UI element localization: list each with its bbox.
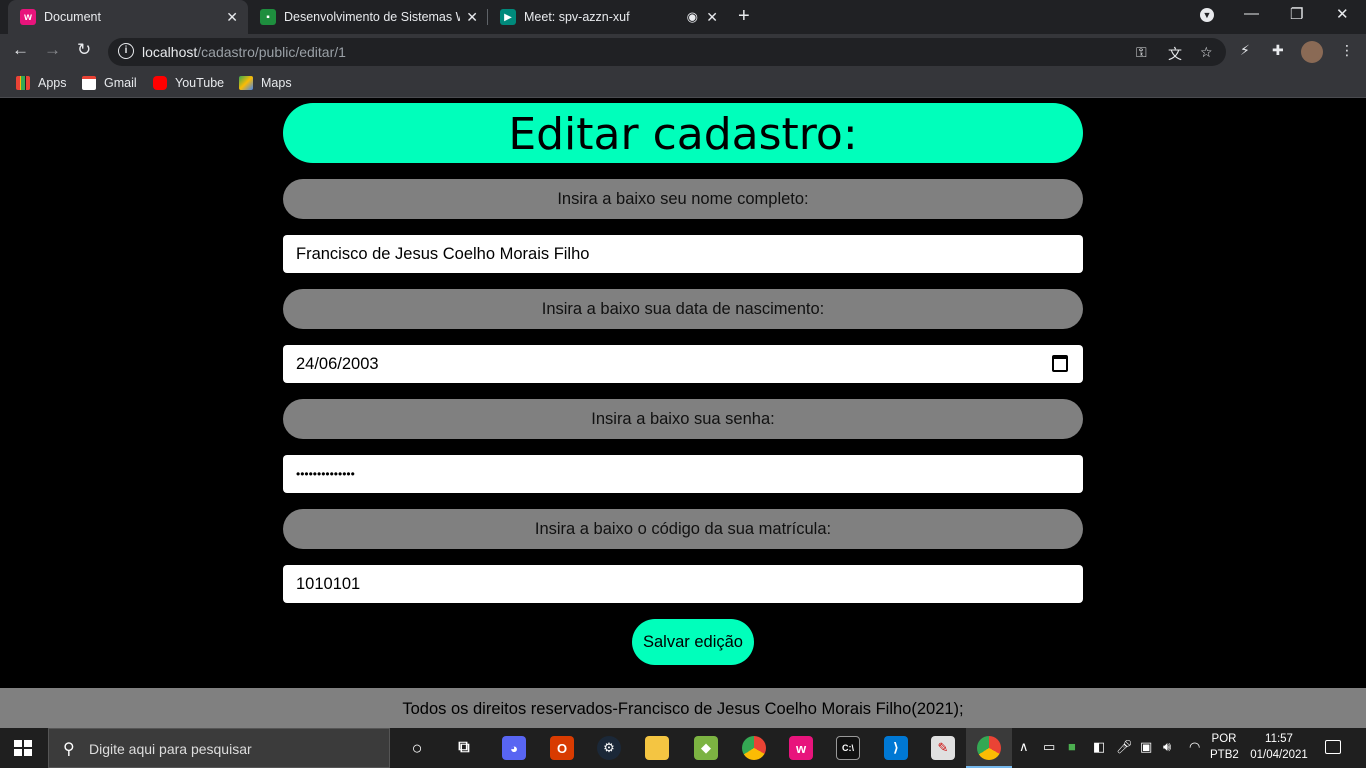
- chrome-icon[interactable]: [742, 736, 766, 760]
- calendar-icon[interactable]: [1052, 355, 1068, 372]
- name-label: Insira a baixo seu nome completo:: [283, 179, 1083, 219]
- tab-label: Meet: spv-azzn-xuf: [524, 10, 630, 24]
- restore-icon[interactable]: ❐: [1290, 5, 1303, 23]
- microphone-icon[interactable]: 🎤︎: [1116, 739, 1133, 755]
- star-icon[interactable]: ☆: [1200, 44, 1213, 61]
- name-input[interactable]: Francisco de Jesus Coelho Morais Filho: [283, 235, 1083, 273]
- meet-icon: ▶: [500, 9, 516, 25]
- vscode-icon[interactable]: ⟩: [884, 736, 908, 760]
- file-explorer-icon[interactable]: [645, 736, 669, 760]
- language-bottom[interactable]: PTB2: [1210, 749, 1239, 761]
- windows-taskbar: ⚲ Digite aqui para pesquisar ○ ⧉ ◕ O ⚙ ◆…: [0, 728, 1366, 768]
- tab-search-icon[interactable]: ▼: [1200, 8, 1214, 22]
- birthdate-input[interactable]: 24/06/2003: [283, 345, 1083, 383]
- close-icon[interactable]: ✕: [466, 9, 478, 26]
- footer: Todos os direitos reservados-Francisco d…: [0, 688, 1366, 728]
- window-close-icon[interactable]: ✕: [1336, 5, 1349, 23]
- clock-time[interactable]: 11:57: [1246, 733, 1312, 745]
- terminal-icon[interactable]: C:\: [836, 736, 860, 760]
- discord-icon[interactable]: ◕: [502, 736, 526, 760]
- notification-icon[interactable]: [1325, 740, 1341, 754]
- windows-start-icon[interactable]: [14, 740, 32, 756]
- tab-document[interactable]: w Document ✕: [8, 0, 248, 34]
- page-content: Editar cadastro: Insira a baixo seu nome…: [0, 98, 1366, 728]
- bluestacks-icon[interactable]: ◆: [694, 736, 718, 760]
- forward-icon[interactable]: →: [44, 40, 61, 60]
- steam-icon[interactable]: ⚙: [597, 736, 621, 760]
- close-icon[interactable]: ✕: [706, 9, 718, 26]
- wamp-icon[interactable]: w: [789, 736, 813, 760]
- office-icon[interactable]: O: [550, 736, 574, 760]
- back-icon[interactable]: ←: [12, 40, 29, 60]
- avatar[interactable]: [1301, 41, 1323, 63]
- bookmark-label: Maps: [261, 76, 292, 90]
- bookmark-maps[interactable]: Maps: [239, 76, 292, 90]
- page-title: Editar cadastro:: [283, 103, 1083, 163]
- password-input[interactable]: ••••••••••••••: [283, 455, 1083, 493]
- search-icon: ⚲: [63, 741, 75, 758]
- bookmark-label: Apps: [38, 76, 67, 90]
- display-icon[interactable]: ▣: [1140, 739, 1152, 755]
- puzzle-icon[interactable]: ✚: [1272, 42, 1284, 59]
- bookmark-gmail[interactable]: Gmail: [82, 76, 137, 90]
- camera-icon[interactable]: ◧: [1093, 739, 1105, 755]
- gmail-icon: [82, 76, 96, 90]
- birthdate-value: 24/06/2003: [296, 355, 379, 373]
- paint-icon[interactable]: ✎: [931, 736, 955, 760]
- registration-label: Insira a baixo o código da sua matrícula…: [283, 509, 1083, 549]
- password-label: Insira a baixo sua senha:: [283, 399, 1083, 439]
- menu-icon[interactable]: ⋮: [1340, 42, 1354, 59]
- search-placeholder: Digite aqui para pesquisar: [89, 741, 252, 757]
- browser-toolbar: ← → ↻ i localhost/cadastro/public/editar…: [0, 34, 1366, 70]
- taskbar-search[interactable]: ⚲ Digite aqui para pesquisar: [48, 728, 390, 768]
- youtube-icon: [153, 76, 167, 90]
- bookmark-youtube[interactable]: YouTube: [153, 76, 224, 90]
- chrome-profile-icon[interactable]: [977, 736, 1001, 760]
- close-icon[interactable]: ✕: [226, 9, 238, 26]
- clock-date[interactable]: 01/04/2021: [1246, 749, 1312, 761]
- tab-label: Desenvolvimento de Sistemas W: [284, 10, 460, 24]
- browser-tab-bar: w Document ✕ ▪ Desenvolvimento de Sistem…: [0, 0, 1366, 34]
- address-bar[interactable]: i localhost/cadastro/public/editar/1 ⚿ 文…: [108, 38, 1226, 66]
- volume-icon[interactable]: 🔊︎: [1163, 739, 1171, 755]
- bookmark-label: Gmail: [104, 76, 137, 90]
- wifi-icon[interactable]: ◠: [1189, 739, 1200, 755]
- tab-meet[interactable]: ▶ Meet: spv-azzn-xuf ◉ ✕: [488, 0, 728, 34]
- tab-label: Document: [44, 10, 101, 24]
- bookmark-apps[interactable]: Apps: [16, 76, 67, 90]
- task-view-icon[interactable]: ⧉: [452, 736, 476, 760]
- bookmarks-bar: Apps Gmail YouTube Maps: [0, 70, 1366, 98]
- registration-input[interactable]: 1010101: [283, 565, 1083, 603]
- bookmark-label: YouTube: [175, 76, 225, 90]
- birthdate-label: Insira a baixo sua data de nascimento:: [283, 289, 1083, 329]
- minimize-icon[interactable]: —: [1244, 5, 1259, 22]
- extension-icon[interactable]: ⚡: [1240, 42, 1250, 59]
- info-icon[interactable]: i: [118, 43, 134, 59]
- translate-icon[interactable]: 文: [1168, 44, 1182, 64]
- key-icon[interactable]: ⚿: [1136, 44, 1147, 61]
- apps-grid-icon: [16, 76, 30, 90]
- save-button[interactable]: Salvar edição: [632, 619, 754, 665]
- url-text: localhost/cadastro/public/editar/1: [142, 44, 346, 60]
- wamp-icon: w: [20, 9, 36, 25]
- battery-icon[interactable]: ▭: [1043, 739, 1055, 755]
- tab-desenvolvimento[interactable]: ▪ Desenvolvimento de Sistemas W ✕: [248, 0, 488, 34]
- new-tab-icon[interactable]: +: [738, 5, 750, 28]
- cortana-icon[interactable]: ○: [405, 736, 429, 760]
- language-top[interactable]: POR: [1210, 733, 1238, 745]
- classroom-icon: ▪: [260, 9, 276, 25]
- nvidia-icon[interactable]: ■: [1068, 739, 1076, 754]
- maps-icon: [239, 76, 253, 90]
- chevron-up-icon[interactable]: ∧: [1019, 739, 1029, 755]
- reload-icon[interactable]: ↻: [77, 40, 91, 60]
- recording-icon: ◉: [686, 9, 698, 24]
